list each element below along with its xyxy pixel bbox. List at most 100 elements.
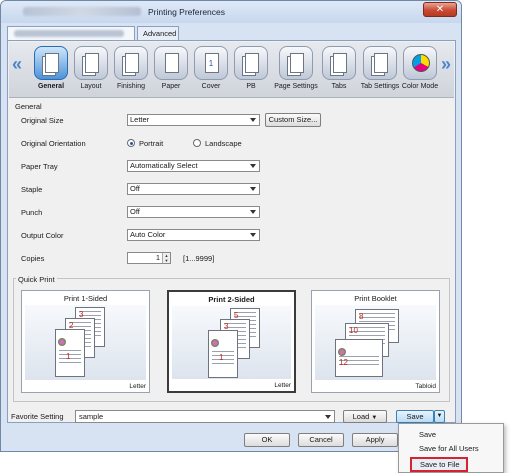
toolbar-tab-settings[interactable]: Tab Settings: [357, 44, 403, 96]
toolbar-general[interactable]: General: [31, 44, 71, 96]
apply-button[interactable]: Apply: [352, 433, 398, 447]
spin-down-icon[interactable]: ▼: [163, 258, 170, 263]
page-number: 12: [339, 358, 348, 367]
toolbar-label: Paper: [161, 83, 181, 90]
tab-content-panel: « General Layout Finishing Paper 1 Cover: [7, 40, 456, 423]
preview-background: 8 10 12: [315, 305, 436, 380]
portrait-label: Portrait: [139, 139, 164, 148]
quick-print-card-title: Print 1-Sided: [63, 294, 108, 303]
staple-select[interactable]: Off: [127, 183, 260, 195]
paper-tray-select[interactable]: Automatically Select: [127, 160, 260, 172]
tab-settings-icon: [363, 46, 397, 80]
quick-print-title: Quick Print: [16, 275, 57, 284]
tab-advanced[interactable]: Advanced: [137, 26, 179, 40]
chevron-down-icon: [250, 233, 256, 237]
preview-page: 1: [208, 330, 238, 378]
flower-image-icon: [338, 348, 346, 356]
copies-label: Copies: [21, 254, 45, 263]
paper-size-label: Tabloid: [415, 383, 436, 390]
general-settings-panel: General Original Size Letter Custom Size…: [9, 100, 454, 405]
toolbar-tabs[interactable]: Tabs: [319, 44, 359, 96]
toolbar-label: Cover: [201, 83, 221, 90]
punch-label: Punch: [21, 208, 43, 217]
quick-print-booklet[interactable]: Print Booklet 8 10 12 Tabloid: [311, 290, 440, 393]
chevron-down-icon: [325, 415, 331, 419]
cancel-button[interactable]: Cancel: [298, 433, 344, 447]
tab-printer-basic[interactable]: [7, 26, 135, 40]
flower-image-icon: [58, 338, 66, 346]
quick-print-1-sided[interactable]: Print 1-Sided 3 2 1 Letter: [21, 290, 150, 393]
color-mode-icon: [403, 46, 437, 80]
paper-size-label: Letter: [129, 383, 146, 390]
close-button[interactable]: ✕: [423, 2, 457, 17]
toolbar-label: Color Mode: [401, 83, 439, 90]
copies-value: 1: [155, 253, 160, 262]
printing-preferences-window: Printing Preferences ✕ Advanced « Genera…: [0, 0, 462, 452]
orientation-label: Original Orientation: [21, 139, 86, 148]
toolbar-label: Finishing: [116, 83, 145, 90]
menu-item-save-to-file[interactable]: Save to File: [410, 457, 468, 472]
save-button[interactable]: Save: [396, 410, 434, 423]
printer-name-blurred: [23, 7, 141, 16]
staple-value: Off: [130, 184, 140, 193]
save-dropdown-menu: Save Save for All Users Save to File: [398, 423, 504, 473]
preview-page: 12: [335, 339, 383, 377]
chevron-down-icon: [250, 210, 256, 214]
ok-button[interactable]: OK: [244, 433, 290, 447]
group-title-general: General: [15, 102, 42, 111]
chevron-down-icon: [250, 118, 256, 122]
toolbar-paper[interactable]: Paper: [151, 44, 191, 96]
portrait-radio[interactable]: [127, 139, 135, 147]
page-number: 1: [66, 352, 71, 361]
general-icon: [34, 46, 68, 80]
toolbar-layout[interactable]: Layout: [71, 44, 111, 96]
favorite-setting-label: Favorite Setting: [11, 412, 64, 421]
original-size-select[interactable]: Letter: [127, 114, 260, 126]
finishing-icon: [114, 46, 148, 80]
toolbar-label: PB: [246, 83, 256, 90]
menu-item-save-all-users[interactable]: Save for All Users: [419, 444, 479, 453]
quick-print-2-sided[interactable]: Print 2-Sided 5 3 1 Letter: [167, 290, 296, 393]
output-color-select[interactable]: Auto Color: [127, 229, 260, 241]
output-color-label: Output Color: [21, 231, 64, 240]
original-size-value: Letter: [130, 115, 150, 124]
copies-range: [1...9999]: [183, 254, 215, 263]
toolbar-finishing[interactable]: Finishing: [111, 44, 151, 96]
toolbar-label: Tabs: [331, 83, 347, 90]
scroll-left-icon[interactable]: «: [12, 54, 22, 75]
punch-select[interactable]: Off: [127, 206, 260, 218]
copies-spin-buttons[interactable]: ▲ ▼: [162, 253, 170, 263]
favorite-setting-select[interactable]: sample: [75, 410, 335, 423]
menu-item-save[interactable]: Save: [419, 430, 436, 439]
preview-page: 1: [55, 329, 85, 377]
toolbar-label: Page Settings: [274, 83, 318, 90]
chevron-down-icon: [250, 164, 256, 168]
landscape-label: Landscape: [205, 139, 242, 148]
punch-value: Off: [130, 207, 140, 216]
paper-icon: [154, 46, 188, 80]
save-dropdown-button[interactable]: ▼: [434, 410, 445, 423]
window-title: Printing Preferences: [148, 7, 226, 17]
toolbar-page-settings[interactable]: Page Settings: [271, 44, 321, 96]
load-label: Load: [352, 412, 370, 421]
cover-icon: 1: [194, 46, 228, 80]
toolbar-pb[interactable]: PB: [231, 44, 271, 96]
custom-size-button[interactable]: Custom Size...: [265, 113, 321, 127]
tab-label-blurred: [14, 30, 124, 37]
original-size-label: Original Size: [21, 116, 64, 125]
chevron-down-icon: ▼: [371, 415, 378, 421]
toolbar-color-mode[interactable]: Color Mode: [400, 44, 440, 96]
toolbar-label: General: [37, 83, 65, 90]
landscape-radio[interactable]: [193, 139, 201, 147]
toolbar-label: Tab Settings: [360, 83, 400, 90]
perfect-binding-icon: [234, 46, 268, 80]
feature-icon-strip: « General Layout Finishing Paper 1 Cover: [9, 42, 454, 98]
scroll-right-icon[interactable]: »: [441, 54, 451, 75]
page-number: 1: [219, 353, 224, 362]
preview-background: 3 2 1: [25, 305, 146, 380]
copies-spinbox[interactable]: 1 ▲ ▼: [127, 252, 171, 264]
tabs-icon: [322, 46, 356, 80]
favorite-setting-value: sample: [79, 412, 104, 421]
load-button[interactable]: Load ▼: [343, 410, 387, 423]
toolbar-cover[interactable]: 1 Cover: [191, 44, 231, 96]
